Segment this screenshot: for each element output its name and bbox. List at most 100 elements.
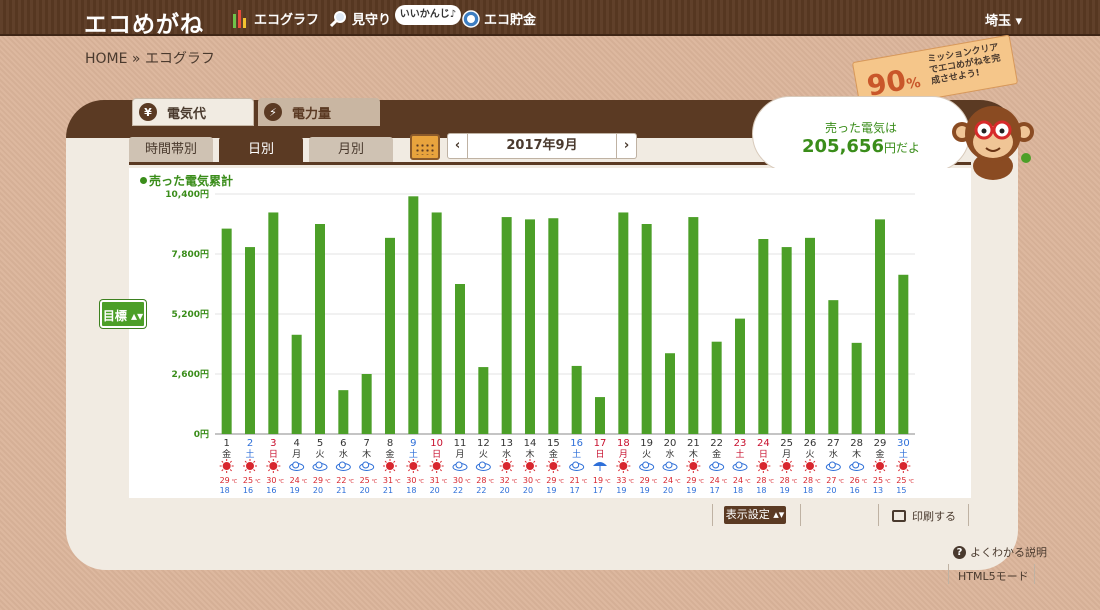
nav-mimamori[interactable]: 見守り [329,9,391,28]
tab-electricity-amount[interactable]: ⚡ 電力量 [258,98,380,126]
sun-ray [898,460,901,463]
x-tick-day: 5 [317,438,323,449]
app-logo[interactable]: エコめがね [84,5,204,39]
chart-bar[interactable] [828,300,839,434]
subtab-monthly[interactable]: 月別 [309,137,393,163]
min-temp: 19 [616,486,626,495]
chart-bar[interactable] [571,365,582,434]
breadcrumb[interactable]: HOME » エコグラフ [85,48,215,68]
prev-month-button[interactable]: ‹ [448,134,468,158]
sun-ray [416,469,419,472]
chart-bar[interactable] [245,247,255,434]
max-temp-unit: ℃ [302,479,308,485]
x-tick-weekday: 月 [292,449,301,460]
chart-bar[interactable] [221,228,232,434]
chart-bar[interactable] [735,318,745,434]
x-tick-weekday: 土 [735,448,744,460]
print-button[interactable]: 印刷する [892,508,956,524]
sun-ray [688,460,691,463]
x-tick-day: 21 [687,438,700,449]
chart-bar[interactable] [781,247,792,434]
sun-ray [229,460,232,463]
chart-bar[interactable] [501,217,512,434]
chart-bar[interactable] [338,390,349,434]
chart-bar[interactable] [525,219,535,434]
cloud-puff [712,461,720,469]
chart-bar[interactable] [665,353,675,434]
chart-bar[interactable] [291,334,302,434]
chart-bar[interactable] [408,196,419,434]
sun-icon [269,462,278,470]
max-temp-unit: ℃ [792,479,798,485]
sun-ray [696,469,699,472]
max-temp-unit: ℃ [255,479,261,485]
calendar-icon[interactable] [410,134,440,160]
display-settings-button[interactable]: 表示設定 ▴▾ [724,506,786,524]
chart-bar[interactable] [711,341,722,434]
x-tick-weekday: 火 [642,449,651,460]
chart-bar[interactable] [805,237,815,434]
chart-bar[interactable] [478,367,489,434]
max-temp-unit: ℃ [652,479,658,485]
max-temp: 26 [850,476,860,485]
x-tick-day: 26 [804,438,817,449]
chart-bar[interactable] [361,374,372,434]
divider [968,504,969,526]
x-tick-weekday: 水 [502,448,511,460]
x-tick-weekday: 日 [759,449,768,460]
sun-ray [789,469,792,472]
tab-label: 電力量 [292,106,332,122]
help-link[interactable]: ? よくわかる説明 [953,544,1047,560]
sun-ray [758,460,761,463]
magnifier-icon [329,10,348,28]
chart-bar[interactable] [548,218,559,434]
max-temp-unit: ℃ [418,479,424,485]
y-tick-label: 2,600円 [172,369,209,380]
html5-mode-link[interactable]: HTML5モード [958,568,1029,584]
mission-text: ミッションクリアでエコめがねを完成させよう! [926,42,1002,87]
sun-ray [229,469,232,472]
x-tick-day: 14 [524,438,537,449]
chart-bar[interactable] [431,212,442,434]
x-tick-day: 2 [247,438,253,449]
x-tick-day: 1 [223,438,229,449]
chart-bar[interactable] [851,342,862,434]
region-selector[interactable]: 埼玉 ▾ [985,10,1022,29]
chart-bar[interactable] [875,219,885,434]
max-temp-unit: ℃ [745,479,751,485]
question-icon: ? [953,545,966,559]
chart-bar[interactable] [268,212,279,434]
chart-bar[interactable] [618,212,629,434]
min-temp: 20 [313,486,323,495]
subtab-hourly[interactable]: 時間帯別 [129,137,213,163]
min-temp: 18 [406,486,416,495]
x-tick-weekday: 土 [409,448,418,460]
nav-eco-graph[interactable]: エコグラフ [232,9,319,28]
max-temp-unit: ℃ [862,479,868,485]
y-tick-label: 5,200円 [172,309,209,320]
x-tick-day: 24 [757,438,770,449]
sun-ray [883,460,886,463]
next-month-button[interactable]: › [616,134,636,158]
x-tick-weekday: 水 [339,448,348,460]
min-temp: 15 [896,486,906,495]
chart-bar[interactable] [758,239,769,434]
chart-bar[interactable] [315,224,325,434]
max-temp-unit: ℃ [465,479,471,485]
sun-ray [524,460,527,463]
divider [878,504,879,526]
chart-bar[interactable] [385,237,395,434]
max-temp-unit: ℃ [442,479,448,485]
x-tick-weekday: 火 [805,449,814,460]
chart-bar[interactable] [595,397,605,434]
max-temp: 29 [220,476,230,485]
min-temp: 19 [686,486,696,495]
max-temp: 28 [780,476,790,485]
chart-bar[interactable] [688,217,699,434]
chart-bar[interactable] [455,284,465,434]
nav-eco-savings[interactable]: エコ貯金 [462,9,536,28]
chart-bar[interactable] [641,224,652,434]
subtab-daily[interactable]: 日別 [219,137,303,163]
chart-bar[interactable] [898,274,909,434]
tab-electricity-cost[interactable]: ¥ 電気代 [132,98,254,126]
